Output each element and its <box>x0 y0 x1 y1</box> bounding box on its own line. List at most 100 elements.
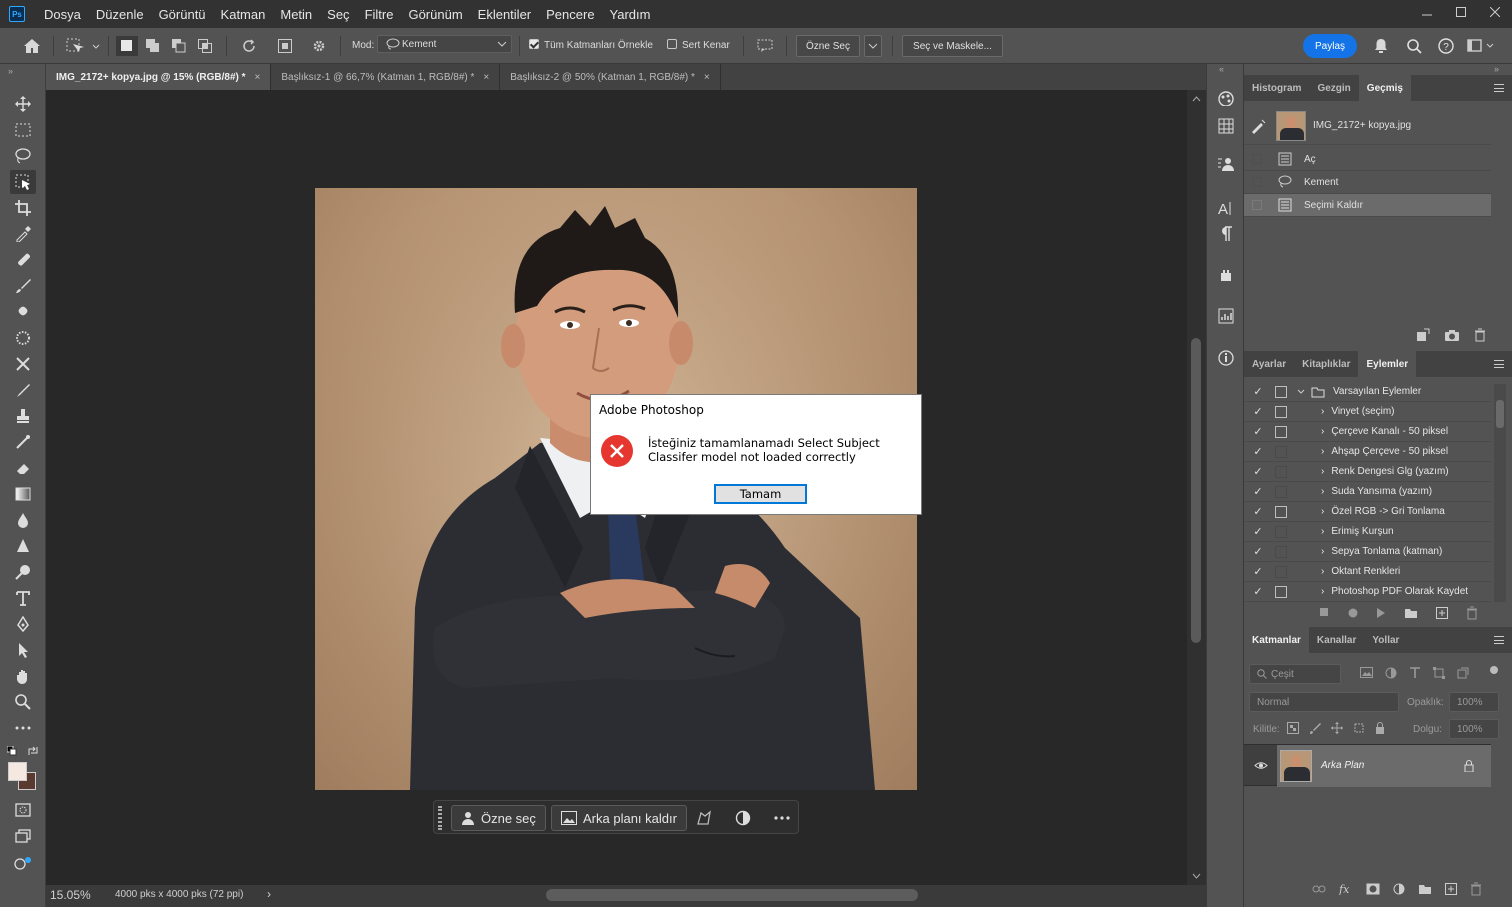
adjustment-filter-icon[interactable] <box>1385 667 1397 679</box>
tab-kanallar[interactable]: Kanallar <box>1309 627 1364 653</box>
close-icon[interactable]: × <box>483 72 489 83</box>
group-folder-icon[interactable] <box>1418 883 1432 895</box>
opacity-input[interactable]: 100% <box>1449 692 1499 712</box>
tab-basliksiz-1[interactable]: Başlıksız-1 @ 66,7% (Katman 1, RGB/8#) *… <box>271 64 501 90</box>
help-icon[interactable]: ? <box>1435 36 1457 56</box>
adjustment-icon[interactable] <box>735 810 751 826</box>
fx-icon[interactable]: fx <box>1339 883 1353 895</box>
search-icon[interactable] <box>1403 36 1425 56</box>
brush-tool-icon[interactable] <box>10 274 36 298</box>
lock-all-icon[interactable] <box>1375 722 1385 734</box>
history-snapshot[interactable]: IMG_2172+ kopya.jpg <box>1244 107 1491 145</box>
tab-gezgin[interactable]: Gezgin <box>1309 75 1358 101</box>
trash-icon[interactable] <box>1474 328 1486 342</box>
select-subject-task-button[interactable]: Özne seç <box>451 805 546 831</box>
sharpen-icon[interactable] <box>10 534 36 558</box>
trash-icon[interactable] <box>1466 606 1478 620</box>
action-row[interactable]: ✓ › Renk Dengesi Glg (yazım) <box>1244 462 1491 482</box>
action-row[interactable]: ✓ › Ahşap Çerçeve - 50 piksel <box>1244 442 1491 462</box>
paragraph-panel-icon[interactable] <box>1214 222 1238 246</box>
mode-select[interactable]: Kement <box>377 35 512 53</box>
hand-tool-icon[interactable] <box>10 664 36 688</box>
tab-eylemler[interactable]: Eylemler <box>1358 351 1417 377</box>
sample-all-layers-checkbox[interactable]: Tüm Katmanları Örnekle <box>529 39 653 51</box>
collapse-icon[interactable]: « <box>1219 64 1224 74</box>
plugins-panel-icon[interactable] <box>1214 264 1238 288</box>
action-row[interactable]: ✓ › Sepya Tonlama (katman) <box>1244 542 1491 562</box>
pen-tool-icon[interactable] <box>10 612 36 636</box>
spot-healing-tool-icon[interactable] <box>10 248 36 272</box>
blend-mode-select[interactable]: Normal <box>1249 692 1399 712</box>
people-panel-icon[interactable] <box>1214 152 1238 176</box>
workspace-icon[interactable] <box>1466 36 1496 56</box>
share-button[interactable]: Paylaş <box>1303 34 1357 58</box>
history-brush-tool-icon[interactable] <box>10 326 36 350</box>
shape-filter-icon[interactable] <box>1433 667 1445 679</box>
swap-colors-icon[interactable] <box>27 745 39 757</box>
screen-mode-icon[interactable] <box>10 824 36 848</box>
marquee-tool-icon[interactable] <box>10 118 36 142</box>
home-icon[interactable] <box>20 36 44 56</box>
crop-tool-icon[interactable] <box>10 196 36 220</box>
close-icon[interactable]: × <box>704 72 710 83</box>
add-selection-icon[interactable] <box>142 36 164 56</box>
gradient-icon[interactable] <box>10 482 36 506</box>
menu-katman[interactable]: Katman <box>214 7 274 22</box>
tool-preset-icon[interactable] <box>62 36 102 56</box>
menu-yardim[interactable]: Yardım <box>603 7 659 22</box>
scroll-thumb[interactable] <box>1191 338 1201 643</box>
healing-brush-icon[interactable] <box>10 430 36 454</box>
stamp-tool-icon[interactable] <box>10 300 36 324</box>
foreground-color-swatch[interactable] <box>8 762 27 781</box>
dialog-toggle[interactable] <box>1275 385 1287 398</box>
lock-pixels-icon[interactable] <box>1287 722 1299 734</box>
select-subject-dropdown[interactable] <box>864 35 882 57</box>
move-tool-icon[interactable] <box>10 92 36 116</box>
smart-filter-icon[interactable] <box>1457 667 1469 679</box>
info-panel-icon[interactable] <box>1214 346 1238 370</box>
more-options-icon[interactable] <box>774 816 790 820</box>
lasso-tool-icon[interactable] <box>10 144 36 168</box>
action-row[interactable]: ✓ › Vinyet (seçim) <box>1244 402 1491 422</box>
panel-menu-icon[interactable] <box>1494 84 1504 92</box>
hard-edge-checkbox[interactable]: Sert Kenar <box>667 39 730 51</box>
select-and-mask-button[interactable]: Seç ve Maskele... <box>902 35 1003 57</box>
camera-icon[interactable] <box>1444 328 1460 342</box>
lock-position-icon[interactable] <box>1331 722 1343 734</box>
menu-filtre[interactable]: Filtre <box>358 7 402 22</box>
dodge-icon[interactable] <box>10 560 36 584</box>
drag-handle[interactable] <box>438 806 442 830</box>
gear-icon[interactable] <box>308 36 330 56</box>
path-selection-icon[interactable] <box>10 638 36 662</box>
pixel-filter-icon[interactable] <box>1360 667 1373 679</box>
horizontal-scroll-thumb[interactable] <box>546 889 918 901</box>
new-layer-icon[interactable] <box>1445 883 1457 895</box>
action-set-row[interactable]: ✓ Varsayılan Eylemler <box>1244 382 1491 402</box>
layer-filter-select[interactable]: Çeşit <box>1249 664 1341 684</box>
menu-sec[interactable]: Seç <box>320 7 357 22</box>
eyedropper-tool-icon[interactable] <box>10 222 36 246</box>
check-icon[interactable]: ✓ <box>1249 385 1267 398</box>
lock-paint-icon[interactable] <box>1309 722 1321 734</box>
tab-ayarlar[interactable]: Ayarlar <box>1244 351 1294 377</box>
gradient-tool-icon[interactable] <box>10 378 36 402</box>
select-subject-button[interactable]: Özne Seç <box>796 35 860 57</box>
default-colors-icon[interactable] <box>7 746 17 756</box>
action-row[interactable]: ✓ › Erimiş Kurşun <box>1244 522 1491 542</box>
trash-icon[interactable] <box>1470 882 1482 896</box>
action-row[interactable]: ✓ › Özel RGB -> Gri Tonlama <box>1244 502 1491 522</box>
panel-menu-icon[interactable] <box>1494 360 1504 368</box>
character-panel-icon[interactable]: A <box>1214 196 1238 220</box>
tab-kitapliklar[interactable]: Kitaplıklar <box>1294 351 1358 377</box>
new-action-icon[interactable] <box>1436 607 1448 619</box>
record-icon[interactable] <box>1348 608 1358 618</box>
menu-goruntu[interactable]: Görüntü <box>152 7 214 22</box>
minimize-icon[interactable] <box>1410 0 1444 24</box>
quick-mask-icon[interactable] <box>10 798 36 822</box>
new-document-icon[interactable] <box>1416 328 1430 342</box>
collapse-panels-icon[interactable]: » <box>1494 64 1499 74</box>
tab-katmanlar[interactable]: Katmanlar <box>1244 627 1309 653</box>
layer-row[interactable]: Arka Plan <box>1244 744 1491 787</box>
action-row[interactable]: ✓ › Çerçeve Kanalı - 50 piksel <box>1244 422 1491 442</box>
tab-basliksiz-2[interactable]: Başlıksız-2 @ 50% (Katman 1, RGB/8#) * × <box>500 64 721 90</box>
